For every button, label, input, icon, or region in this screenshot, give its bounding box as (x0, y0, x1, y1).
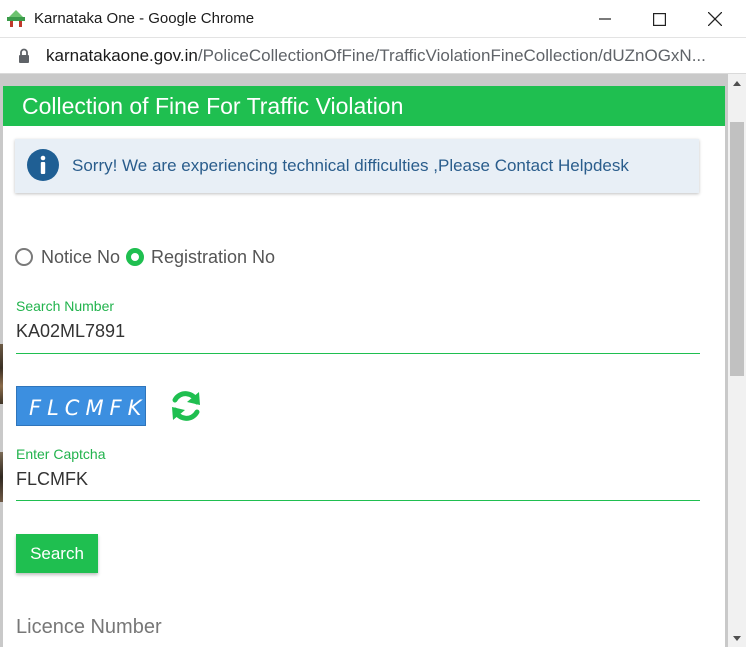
maximize-button[interactable] (636, 0, 682, 38)
scroll-up-arrow-icon (733, 80, 741, 86)
modal-header: Collection of Fine For Traffic Violation (3, 86, 725, 126)
karnataka-one-app-icon (7, 10, 25, 27)
url-path: /PoliceCollectionOfFine/TrafficViolation… (197, 46, 706, 65)
close-icon (708, 12, 722, 26)
info-icon (27, 149, 59, 181)
search-number-input[interactable]: KA02ML7891 (16, 321, 125, 342)
scroll-up-button[interactable] (728, 74, 746, 92)
radio-label-registration-no[interactable]: Registration No (151, 247, 275, 268)
search-number-underline (16, 353, 700, 354)
scrollbar-thumb[interactable] (730, 122, 744, 376)
search-button[interactable]: Search (16, 534, 98, 573)
window-title: Karnataka One - Google Chrome (34, 10, 255, 27)
captcha-image: FLCMFK (16, 386, 146, 426)
captcha-input[interactable]: FLCMFK (16, 469, 88, 490)
alert-message: Sorry! We are experiencing technical dif… (72, 156, 629, 175)
page-title: Collection of Fine For Traffic Violation (22, 93, 404, 119)
minimize-button[interactable] (582, 0, 628, 38)
maximize-icon (652, 12, 666, 26)
scroll-down-button[interactable] (728, 629, 746, 647)
licence-number-label: Licence Number (16, 616, 162, 638)
radio-notice-no[interactable] (15, 248, 33, 266)
url-host: karnatakaone.gov.in (46, 46, 198, 65)
radio-label-notice-no[interactable]: Notice No (41, 247, 120, 268)
page-scrollbar[interactable] (728, 74, 746, 647)
lock-icon (19, 48, 29, 63)
fine-collection-modal: Collection of Fine For Traffic Violation… (3, 86, 725, 647)
address-bar[interactable]: karnatakaone.gov.in/PoliceCollectionOfFi… (0, 38, 746, 74)
scroll-down-arrow-icon (733, 635, 741, 641)
error-alert: Sorry! We are experiencing technical dif… (15, 139, 699, 193)
captcha-label: Enter Captcha (16, 446, 106, 462)
minimize-icon (599, 18, 611, 20)
captcha-image-text: FLCMFK (29, 396, 148, 420)
radio-registration-no[interactable] (126, 248, 144, 266)
search-number-label: Search Number (16, 298, 115, 314)
url-text: karnatakaone.gov.in/PoliceCollectionOfFi… (46, 46, 706, 66)
captcha-underline (16, 500, 700, 501)
refresh-captcha-icon[interactable] (168, 388, 204, 424)
close-button[interactable] (692, 0, 738, 38)
page-viewport: Collection of Fine For Traffic Violation… (0, 74, 746, 647)
title-bar: Karnataka One - Google Chrome (0, 0, 746, 38)
